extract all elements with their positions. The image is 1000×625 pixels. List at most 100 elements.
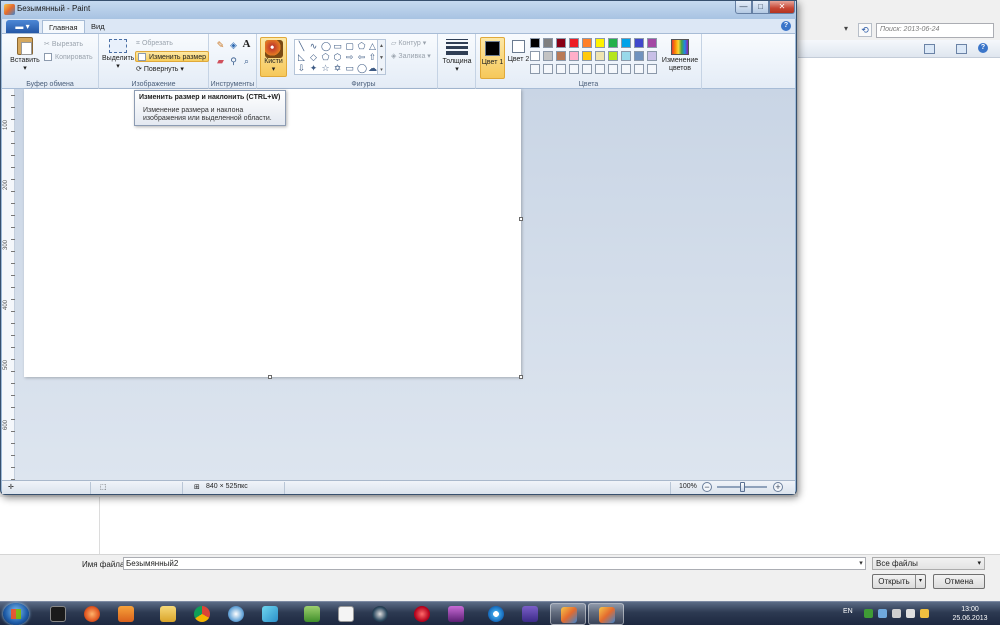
- brushes-button[interactable]: Кисти ▾: [260, 37, 287, 77]
- file-list[interactable]: [798, 58, 1000, 554]
- palette-swatch[interactable]: [530, 51, 540, 61]
- volume-icon[interactable]: [906, 609, 915, 618]
- crop-button[interactable]: ⌗ Обрезать: [136, 38, 173, 49]
- palette-swatch[interactable]: [569, 38, 579, 48]
- clock[interactable]: 13:00 25.06.2013: [948, 605, 992, 623]
- tab-view[interactable]: Вид: [85, 20, 111, 34]
- pentagon-shape-icon[interactable]: ⬠: [321, 53, 330, 62]
- polygon-shape-icon[interactable]: ⬠: [357, 42, 366, 51]
- taskbar-app-9[interactable]: [328, 603, 364, 625]
- palette-swatch[interactable]: [621, 51, 631, 61]
- taskbar-app-14[interactable]: [512, 603, 548, 625]
- palette-swatch[interactable]: [634, 51, 644, 61]
- start-button[interactable]: [3, 603, 29, 625]
- maximize-button[interactable]: □: [752, 1, 769, 14]
- rotate-button[interactable]: ⟳ Повернуть ▾: [136, 64, 184, 75]
- palette-swatch[interactable]: [543, 38, 553, 48]
- pencil-icon[interactable]: ✎: [215, 40, 226, 51]
- color2-button[interactable]: Цвет 2: [506, 37, 531, 79]
- rounded-rectangle-shape-icon[interactable]: ▢: [345, 42, 354, 51]
- taskbar-app-11[interactable]: [404, 603, 440, 625]
- address-dropdown-icon[interactable]: ▾: [844, 24, 856, 36]
- thickness-button[interactable]: Толщина ▾: [441, 37, 473, 73]
- color-picker-icon[interactable]: ⚲: [228, 56, 239, 67]
- cloud-callout-shape-icon[interactable]: ☁: [368, 64, 377, 73]
- curve-shape-icon[interactable]: ∿: [309, 42, 318, 51]
- taskbar-paint-2[interactable]: [588, 603, 624, 625]
- palette-swatch[interactable]: [647, 38, 657, 48]
- palette-swatch[interactable]: [608, 51, 618, 61]
- search-input[interactable]: Поиск: 2013-06-24: [876, 23, 994, 38]
- preview-pane-icon[interactable]: [956, 44, 967, 54]
- callout-oval-shape-icon[interactable]: ◯: [357, 64, 367, 73]
- filename-dropdown-icon[interactable]: ▾: [856, 558, 866, 569]
- refresh-icon[interactable]: ⟲: [858, 23, 872, 37]
- edit-colors-button[interactable]: Изменение цветов: [661, 37, 699, 79]
- four-point-star-shape-icon[interactable]: ✦: [309, 64, 318, 73]
- palette-swatch[interactable]: [608, 38, 618, 48]
- taskbar-chrome[interactable]: [184, 603, 220, 625]
- custom-color-slot[interactable]: [621, 64, 631, 74]
- copy-button[interactable]: Копировать: [44, 52, 93, 63]
- title-bar[interactable]: Безымянный - Paint — □ ✕: [1, 1, 796, 19]
- custom-color-slot[interactable]: [530, 64, 540, 74]
- palette-swatch[interactable]: [530, 38, 540, 48]
- help-icon[interactable]: ?: [978, 43, 988, 53]
- hexagon-shape-icon[interactable]: ⬡: [333, 53, 342, 62]
- taskbar-app-12[interactable]: [438, 603, 474, 625]
- shapes-gallery[interactable]: ╲ ∿ ◯ ▭ ▢ ⬠ △ ◺ ◇ ⬠ ⬡ ⇨ ⇦ ⇧ ⇩ ✦ ☆ ✡ ▭ ◯ …: [294, 39, 378, 75]
- minimize-button[interactable]: —: [735, 1, 752, 14]
- oval-shape-icon[interactable]: ◯: [321, 42, 331, 51]
- custom-color-slot[interactable]: [569, 64, 579, 74]
- fill-button[interactable]: ◈ Заливка ▾: [391, 51, 431, 62]
- custom-color-slot[interactable]: [543, 64, 553, 74]
- open-button[interactable]: Открыть ▾: [872, 574, 926, 589]
- close-button[interactable]: ✕: [769, 1, 795, 14]
- resize-handle-corner[interactable]: [519, 375, 523, 379]
- five-point-star-shape-icon[interactable]: ☆: [321, 64, 330, 73]
- triangle-shape-icon[interactable]: △: [368, 42, 377, 51]
- palette-swatch[interactable]: [634, 38, 644, 48]
- right-triangle-shape-icon[interactable]: ◺: [297, 53, 306, 62]
- outline-button[interactable]: ▱ Контур ▾: [391, 38, 426, 49]
- fill-bucket-icon[interactable]: ◈: [228, 40, 239, 51]
- tray-app-icon[interactable]: [878, 609, 887, 618]
- palette-swatch[interactable]: [595, 38, 605, 48]
- callout-rect-shape-icon[interactable]: ▭: [345, 64, 354, 73]
- paint-menu-button[interactable]: ▬ ▾: [6, 20, 39, 33]
- text-tool-icon[interactable]: A: [241, 39, 252, 50]
- taskbar-app-1[interactable]: [40, 603, 76, 625]
- resize-handle-right[interactable]: [519, 217, 523, 221]
- custom-color-slot[interactable]: [582, 64, 592, 74]
- taskbar-app-7[interactable]: [252, 603, 288, 625]
- zoom-slider-thumb[interactable]: [740, 482, 745, 492]
- palette-swatch[interactable]: [582, 51, 592, 61]
- zoom-in-icon[interactable]: +: [773, 482, 783, 492]
- magnifier-icon[interactable]: ⌕: [241, 56, 252, 67]
- cut-button[interactable]: ✂ Вырезать: [44, 39, 83, 50]
- taskbar-app-3[interactable]: [108, 603, 144, 625]
- view-options-icon[interactable]: [924, 44, 935, 54]
- taskbar-paint[interactable]: [550, 603, 586, 625]
- palette-swatch[interactable]: [647, 51, 657, 61]
- custom-color-slot[interactable]: [556, 64, 566, 74]
- drawing-canvas[interactable]: [24, 89, 521, 377]
- select-button[interactable]: Выделить ▾: [102, 37, 134, 70]
- eraser-icon[interactable]: ▰: [215, 56, 226, 67]
- custom-color-slot[interactable]: [634, 64, 644, 74]
- shapes-gallery-scroll[interactable]: ▲ ▼ ▾: [378, 39, 386, 75]
- custom-color-slot[interactable]: [608, 64, 618, 74]
- color1-button[interactable]: Цвет 1: [480, 37, 505, 79]
- left-arrow-shape-icon[interactable]: ⇦: [357, 53, 366, 62]
- filename-input[interactable]: Безымянный2: [123, 557, 866, 570]
- six-point-star-shape-icon[interactable]: ✡: [333, 64, 342, 73]
- filetype-select[interactable]: Все файлы ▾: [872, 557, 985, 570]
- taskbar-explorer[interactable]: [150, 603, 186, 625]
- open-split-arrow-icon[interactable]: ▾: [915, 575, 925, 588]
- diamond-shape-icon[interactable]: ◇: [309, 53, 318, 62]
- paste-button[interactable]: Вставить ▾: [8, 37, 42, 72]
- custom-color-slot[interactable]: [647, 64, 657, 74]
- right-arrow-shape-icon[interactable]: ⇨: [345, 53, 354, 62]
- up-arrow-shape-icon[interactable]: ⇧: [368, 53, 377, 62]
- resize-button[interactable]: Изменить размер: [135, 51, 210, 62]
